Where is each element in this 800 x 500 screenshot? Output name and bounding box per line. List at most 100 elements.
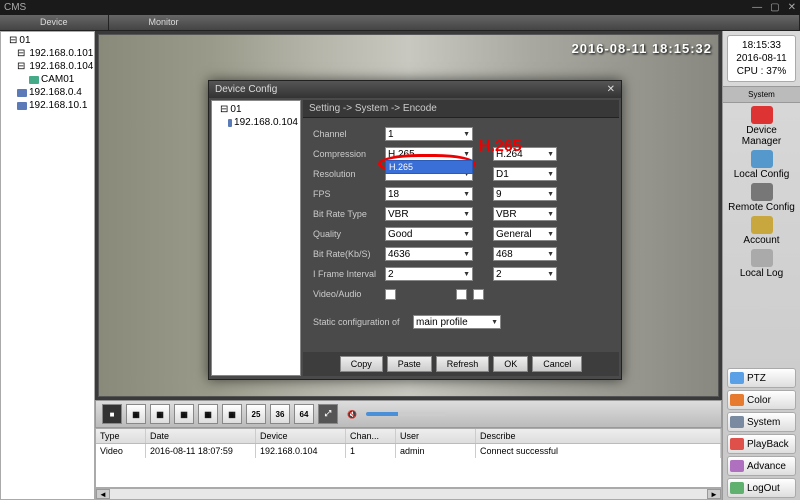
dialog-tree-root[interactable]: ⊟ 01 bbox=[214, 103, 298, 116]
side-item-icon bbox=[751, 183, 773, 201]
bit-rate-type-select-2[interactable]: VBR▼ bbox=[493, 207, 557, 221]
col-type[interactable]: Type bbox=[96, 429, 146, 443]
layout-btn-16[interactable]: ▦ bbox=[222, 404, 242, 424]
side-item-icon bbox=[751, 249, 773, 267]
encode-form: Channel1▼CompressionH.265▼H.264▼Resoluti… bbox=[303, 118, 619, 352]
tree-root[interactable]: ⊟ 01 bbox=[3, 34, 92, 47]
ok-button[interactable]: OK bbox=[493, 356, 528, 372]
static-config-label: Static configuration of bbox=[313, 317, 413, 327]
side-item-device-manager[interactable]: Device Manager bbox=[727, 106, 796, 147]
col-channel[interactable]: Chan... bbox=[346, 429, 396, 443]
side-item-local-config[interactable]: Local Config bbox=[727, 150, 796, 180]
video-timestamp: 2016-08-11 18:15:32 bbox=[572, 41, 712, 56]
col-user[interactable]: User bbox=[396, 429, 476, 443]
layout-btn-36[interactable]: 36 bbox=[270, 404, 290, 424]
tree-item[interactable]: ⊟ 192.168.0.101 bbox=[3, 47, 92, 60]
resolution-select-2[interactable]: D1▼ bbox=[493, 167, 557, 181]
col-date[interactable]: Date bbox=[146, 429, 256, 443]
field-label: Bit Rate(Kb/S) bbox=[313, 249, 385, 259]
dialog-tree-item[interactable]: 192.168.0.104 bbox=[214, 116, 298, 129]
camera-icon bbox=[29, 76, 39, 84]
log-grid: Type Date Device Chan... User Describe V… bbox=[95, 428, 722, 488]
bit-rate-kb-s--select[interactable]: 4636▼ bbox=[385, 247, 473, 261]
col-describe[interactable]: Describe bbox=[476, 429, 721, 443]
col-device[interactable]: Device bbox=[256, 429, 346, 443]
video-checkbox[interactable] bbox=[385, 289, 396, 300]
bit-rate-type-select[interactable]: VBR▼ bbox=[385, 207, 473, 221]
field-label: Resolution bbox=[313, 169, 385, 179]
fps-select-2[interactable]: 9▼ bbox=[493, 187, 557, 201]
panel-btn-logout[interactable]: LogOut bbox=[727, 478, 796, 498]
layout-btn-64[interactable]: 64 bbox=[294, 404, 314, 424]
scroll-left-icon[interactable]: ◄ bbox=[96, 489, 110, 499]
tab-device[interactable]: Device bbox=[0, 15, 109, 30]
panel-btn-color[interactable]: Color bbox=[727, 390, 796, 410]
panel-btn-advance[interactable]: Advance bbox=[727, 456, 796, 476]
field-label: I Frame Interval bbox=[313, 269, 385, 279]
static-config-select[interactable]: main profile▼ bbox=[413, 315, 501, 329]
layout-btn-25[interactable]: 25 bbox=[246, 404, 266, 424]
dialog-tree[interactable]: ⊟ 01 192.168.0.104 bbox=[211, 100, 301, 376]
device-icon bbox=[17, 89, 27, 97]
dialog-close-icon[interactable]: ✕ bbox=[607, 84, 615, 95]
logout-icon bbox=[730, 482, 744, 494]
quality-select-2[interactable]: General▼ bbox=[493, 227, 557, 241]
quality-select[interactable]: Good▼ bbox=[385, 227, 473, 241]
i-frame-interval-select-2[interactable]: 2▼ bbox=[493, 267, 557, 281]
compression-dropdown-open[interactable]: H.265 bbox=[385, 160, 473, 174]
section-label: System bbox=[723, 86, 800, 103]
i-frame-interval-select[interactable]: 2▼ bbox=[385, 267, 473, 281]
right-panel: 18:15:33 2016-08-11 CPU : 37% System Dev… bbox=[722, 31, 800, 500]
cancel-button[interactable]: Cancel bbox=[532, 356, 582, 372]
fps-select[interactable]: 18▼ bbox=[385, 187, 473, 201]
status-box: 18:15:33 2016-08-11 CPU : 37% bbox=[727, 35, 796, 82]
tab-monitor[interactable]: Monitor bbox=[109, 15, 800, 30]
fullscreen-icon[interactable]: ⤢ bbox=[318, 404, 338, 424]
layout-btn-1[interactable]: ■ bbox=[102, 404, 122, 424]
status-date: 2016-08-11 bbox=[731, 52, 792, 65]
field-label: Quality bbox=[313, 229, 385, 239]
video-checkbox-2[interactable] bbox=[456, 289, 467, 300]
field-label: FPS bbox=[313, 189, 385, 199]
window-controls: — ▢ ✕ bbox=[752, 2, 796, 13]
paste-button[interactable]: Paste bbox=[387, 356, 432, 372]
panel-btn-system[interactable]: System bbox=[727, 412, 796, 432]
field-label: Compression bbox=[313, 149, 385, 159]
color-icon bbox=[730, 394, 744, 406]
field-label: Bit Rate Type bbox=[313, 209, 385, 219]
h-scrollbar[interactable]: ◄ ► bbox=[95, 488, 722, 500]
log-header: Type Date Device Chan... User Describe bbox=[96, 429, 721, 444]
bit-rate-kb-s--select-2[interactable]: 468▼ bbox=[493, 247, 557, 261]
audio-checkbox-2[interactable] bbox=[473, 289, 484, 300]
side-item-account[interactable]: Account bbox=[727, 216, 796, 246]
minimize-icon[interactable]: — bbox=[752, 2, 762, 13]
side-item-remote-config[interactable]: Remote Config bbox=[727, 183, 796, 213]
field-label: Channel bbox=[313, 129, 385, 139]
tree-item[interactable]: ⊟ 192.168.0.104 bbox=[3, 60, 92, 73]
scroll-right-icon[interactable]: ► bbox=[707, 489, 721, 499]
maximize-icon[interactable]: ▢ bbox=[770, 2, 779, 13]
mute-icon[interactable]: 🔇 bbox=[342, 404, 362, 424]
layout-btn-4[interactable]: ▦ bbox=[126, 404, 146, 424]
refresh-button[interactable]: Refresh bbox=[436, 356, 490, 372]
panel-btn-playback[interactable]: PlayBack bbox=[727, 434, 796, 454]
tree-item[interactable]: 192.168.10.1 bbox=[3, 99, 92, 112]
layout-btn-6[interactable]: ▦ bbox=[150, 404, 170, 424]
device-icon bbox=[228, 119, 232, 127]
copy-button[interactable]: Copy bbox=[340, 356, 383, 372]
status-cpu: CPU : 37% bbox=[731, 65, 792, 78]
panel-btn-ptz[interactable]: PTZ bbox=[727, 368, 796, 388]
breadcrumb: Setting -> System -> Encode bbox=[303, 100, 619, 118]
tree-item[interactable]: 192.168.0.4 bbox=[3, 86, 92, 99]
close-icon[interactable]: ✕ bbox=[788, 2, 796, 13]
layout-btn-8[interactable]: ▦ bbox=[174, 404, 194, 424]
log-row[interactable]: Video 2016-08-11 18:07:59 192.168.0.104 … bbox=[96, 444, 721, 458]
compression-select[interactable]: H.265▼ bbox=[385, 147, 473, 161]
device-tree[interactable]: ⊟ 01 ⊟ 192.168.0.101 ⊟ 192.168.0.104 CAM… bbox=[0, 31, 95, 500]
dialog-titlebar[interactable]: Device Config ✕ bbox=[209, 81, 621, 98]
volume-slider[interactable] bbox=[366, 412, 446, 416]
side-item-local-log[interactable]: Local Log bbox=[727, 249, 796, 279]
tree-item[interactable]: CAM01 bbox=[3, 73, 92, 86]
layout-btn-9[interactable]: ▦ bbox=[198, 404, 218, 424]
channel-select[interactable]: 1▼ bbox=[385, 127, 473, 141]
